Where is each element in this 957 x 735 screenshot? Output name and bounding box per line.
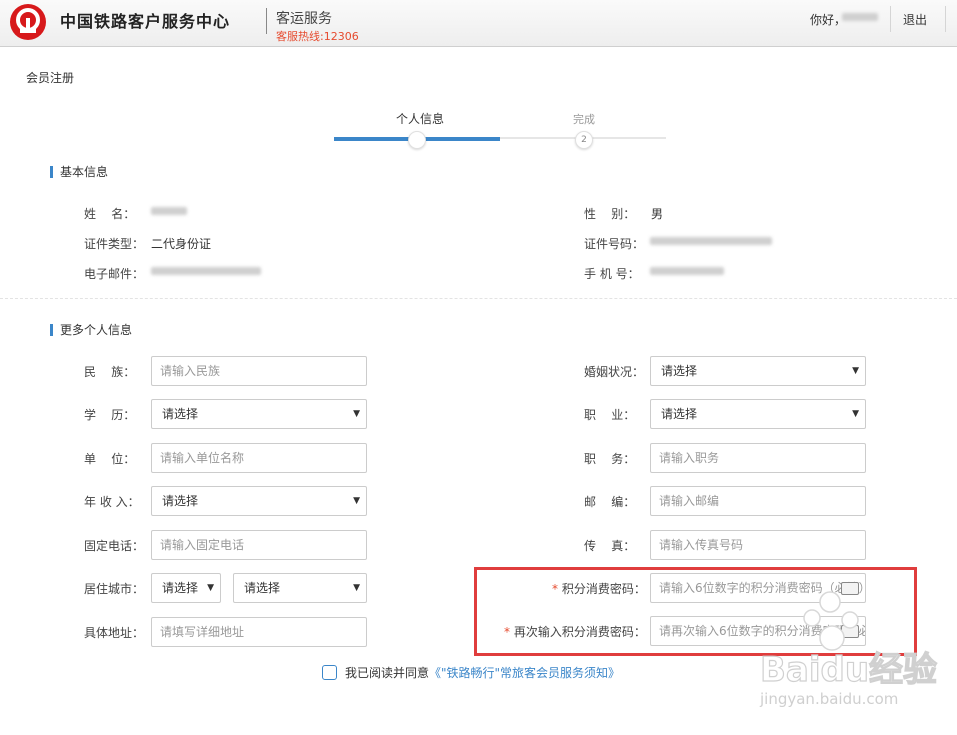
- name-label: 姓 名：: [84, 207, 136, 221]
- id-number-redacted: [650, 237, 772, 245]
- agree-checkbox[interactable]: [322, 665, 337, 680]
- username-redacted: [842, 13, 878, 21]
- watermark-brand: Baidu经验: [759, 649, 938, 690]
- education-select-value: 请选择: [162, 407, 199, 421]
- step-personal-info: 个人信息: [396, 112, 445, 126]
- gender-label: 性 别：: [584, 207, 636, 221]
- post-label: 职 务：: [584, 452, 636, 466]
- step-complete: 完成: [573, 113, 595, 126]
- post-input[interactable]: 请输入职务: [650, 443, 866, 473]
- watermark-url: jingyan.baidu.com: [760, 690, 899, 708]
- city-select[interactable]: 请选择 ▼: [233, 573, 367, 603]
- baidu-watermark: Baidu经验 jingyan.baidu.com: [759, 590, 950, 720]
- tel-label: 固定电话：: [84, 539, 145, 553]
- breadcrumb: 会员注册: [26, 71, 75, 85]
- city-label: 居住城市：: [84, 582, 145, 596]
- agreement-link[interactable]: 《"铁路畅行"常旅客会员服务须知》: [429, 666, 620, 680]
- header-divider: [266, 8, 267, 34]
- agreement-text: 我已阅读并同意: [345, 666, 430, 680]
- step-marker-1: [408, 131, 426, 149]
- service-title: 客运服务: [276, 11, 332, 27]
- chevron-down-icon: ▼: [353, 583, 360, 593]
- education-label: 学 历：: [84, 408, 136, 422]
- unit-input[interactable]: 请输入单位名称: [151, 443, 367, 473]
- income-label: 年 收 入：: [84, 495, 140, 509]
- id-type-label: 证件类型：: [84, 237, 145, 251]
- unit-label: 单 位：: [84, 452, 136, 466]
- province-select[interactable]: 请选择 ▼: [151, 573, 221, 603]
- step-marker-2: 2: [575, 131, 593, 149]
- section-divider: [0, 298, 957, 299]
- header-divider: [890, 6, 891, 32]
- phone-redacted: [650, 267, 724, 275]
- chevron-down-icon: ▼: [353, 496, 360, 506]
- top-header: 中国铁路客户服务中心 客运服务 客服热线:12306 你好， 退出: [0, 0, 957, 47]
- zip-input[interactable]: 请输入邮编: [650, 486, 866, 516]
- id-number-label: 证件号码：: [584, 237, 645, 251]
- railway-logo-icon: [10, 4, 46, 40]
- city-select-value: 请选择: [244, 581, 281, 595]
- address-label: 具体地址：: [84, 626, 145, 640]
- org-name: 中国铁路客户服务中心: [60, 12, 231, 31]
- greeting-text: 你好，: [810, 13, 847, 27]
- income-select[interactable]: 请选择 ▼: [151, 486, 367, 516]
- chevron-down-icon: ▼: [852, 366, 859, 376]
- province-select-value: 请选择: [162, 581, 199, 595]
- marital-label: 婚姻状况：: [584, 365, 645, 379]
- agreement-row: 我已阅读并同意《"铁路畅行"常旅客会员服务须知》: [322, 664, 620, 681]
- occupation-label: 职 业：: [584, 408, 636, 422]
- section-more-info: 更多个人信息: [50, 324, 132, 336]
- address-input[interactable]: 请填写详细地址: [151, 617, 367, 647]
- id-type-value: 二代身份证: [151, 237, 212, 251]
- chevron-down-icon: ▼: [207, 583, 214, 593]
- ethnic-label: 民 族：: [84, 365, 136, 379]
- chevron-down-icon: ▼: [852, 409, 859, 419]
- logout-link[interactable]: 退出: [903, 11, 927, 28]
- gender-value: 男: [651, 207, 664, 221]
- occupation-select[interactable]: 请选择 ▼: [650, 399, 866, 429]
- tel-input[interactable]: 请输入固定电话: [151, 530, 367, 560]
- marital-select[interactable]: 请选择 ▼: [650, 356, 866, 386]
- ethnic-input[interactable]: 请输入民族: [151, 356, 367, 386]
- chevron-down-icon: ▼: [353, 409, 360, 419]
- income-select-value: 请选择: [162, 494, 199, 508]
- fax-input[interactable]: 请输入传真号码: [650, 530, 866, 560]
- fax-label: 传 真：: [584, 539, 636, 553]
- zip-label: 邮 编：: [584, 495, 636, 509]
- header-divider: [945, 6, 946, 32]
- email-redacted: [151, 267, 261, 275]
- email-label: 电子邮件：: [84, 267, 145, 281]
- name-value-redacted: [151, 207, 187, 215]
- hotline-text: 客服热线:12306: [276, 30, 359, 43]
- section-basic-info: 基本信息: [50, 166, 108, 178]
- education-select[interactable]: 请选择 ▼: [151, 399, 367, 429]
- phone-label: 手 机 号：: [584, 267, 640, 281]
- occupation-select-value: 请选择: [661, 407, 698, 421]
- marital-select-value: 请选择: [661, 364, 698, 378]
